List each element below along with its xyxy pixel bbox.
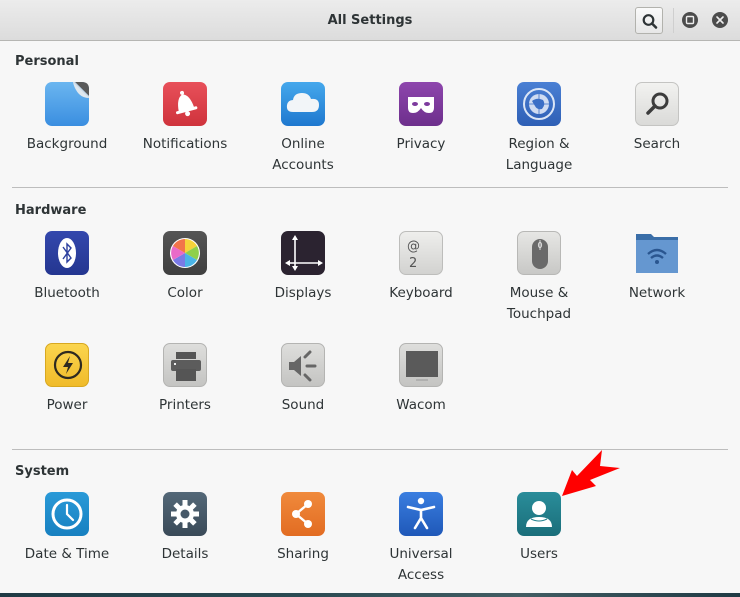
magnifier-icon: [635, 82, 679, 126]
item-label: Displays: [274, 285, 332, 301]
svg-text:2: 2: [409, 256, 417, 271]
item-label: Universal Access: [389, 546, 453, 583]
item-label: Region & Language: [505, 136, 573, 173]
globe-icon: [517, 82, 561, 126]
item-label: Keyboard: [389, 285, 453, 301]
settings-item-bluetooth[interactable]: Bluetooth: [8, 231, 126, 304]
color-wheel-icon: [163, 231, 207, 275]
settings-item-online-accounts[interactable]: Online Accounts: [244, 82, 362, 176]
background-icon: [45, 82, 89, 126]
section-divider: [12, 187, 728, 188]
section-title-personal: Personal: [15, 54, 79, 69]
network-folder-icon: [635, 231, 679, 275]
display-arrows-icon: [281, 231, 325, 275]
settings-item-printers[interactable]: Printers: [126, 343, 244, 416]
item-label: Background: [26, 136, 108, 152]
keyboard-key-icon: @2: [399, 231, 443, 275]
settings-item-network[interactable]: Network: [598, 231, 716, 304]
settings-item-keyboard[interactable]: @2 Keyboard: [362, 231, 480, 304]
gear-icon: [163, 492, 207, 536]
user-icon: [517, 492, 561, 536]
speaker-icon: [281, 343, 325, 387]
header-separator: [673, 8, 674, 33]
printer-icon: [163, 343, 207, 387]
item-label: Printers: [159, 397, 211, 413]
mask-icon: [399, 82, 443, 126]
settings-item-date-time[interactable]: Date & Time: [8, 492, 126, 565]
item-label: Network: [628, 285, 686, 301]
close-button[interactable]: [712, 12, 728, 28]
settings-item-privacy[interactable]: Privacy: [362, 82, 480, 155]
close-icon: [716, 16, 724, 24]
svg-text:@: @: [407, 239, 420, 254]
item-label: Online Accounts: [272, 136, 334, 173]
item-label: Color: [167, 285, 203, 301]
settings-item-power[interactable]: Power: [8, 343, 126, 416]
bluetooth-icon: [45, 231, 89, 275]
cloud-icon: [281, 82, 325, 126]
item-label: Wacom: [396, 397, 446, 413]
accessibility-icon: [399, 492, 443, 536]
item-label: Details: [161, 546, 209, 562]
maximize-icon: [685, 15, 695, 25]
settings-item-details[interactable]: Details: [126, 492, 244, 565]
power-icon: [45, 343, 89, 387]
item-label: Privacy: [396, 136, 446, 152]
item-label: Power: [46, 397, 88, 413]
item-label: Users: [520, 546, 558, 562]
maximize-button[interactable]: [682, 12, 698, 28]
settings-item-background[interactable]: Background: [8, 82, 126, 155]
settings-item-search[interactable]: Search: [598, 82, 716, 155]
section-title-hardware: Hardware: [15, 203, 87, 218]
settings-item-color[interactable]: Color: [126, 231, 244, 304]
settings-item-sharing[interactable]: Sharing: [244, 492, 362, 565]
settings-item-displays[interactable]: Displays: [244, 231, 362, 304]
item-label: Notifications: [142, 136, 228, 152]
window-title: All Settings: [327, 13, 413, 28]
clock-icon: [45, 492, 89, 536]
item-label: Bluetooth: [34, 285, 100, 301]
settings-item-sound[interactable]: Sound: [244, 343, 362, 416]
item-label: Sharing: [277, 546, 329, 562]
item-label: Mouse & Touchpad: [506, 285, 572, 322]
settings-item-notifications[interactable]: Notifications: [126, 82, 244, 155]
item-label: Search: [633, 136, 681, 152]
settings-item-wacom[interactable]: Wacom: [362, 343, 480, 416]
section-title-system: System: [15, 464, 70, 479]
settings-item-users[interactable]: Users: [480, 492, 598, 565]
item-label: Date & Time: [24, 546, 110, 562]
settings-item-mouse-touchpad[interactable]: Mouse & Touchpad: [480, 231, 598, 325]
mouse-icon: [517, 231, 561, 275]
item-label: Sound: [281, 397, 325, 413]
tablet-icon: [399, 343, 443, 387]
bell-icon: [163, 82, 207, 126]
desktop-background-strip: [0, 593, 740, 597]
search-icon: [642, 14, 658, 29]
settings-item-universal-access[interactable]: Universal Access: [362, 492, 480, 586]
settings-item-region-language[interactable]: Region & Language: [480, 82, 598, 176]
share-icon: [281, 492, 325, 536]
header-bar: All Settings: [0, 0, 740, 41]
red-arrow-annotation: [562, 450, 620, 496]
search-button[interactable]: [635, 7, 663, 34]
